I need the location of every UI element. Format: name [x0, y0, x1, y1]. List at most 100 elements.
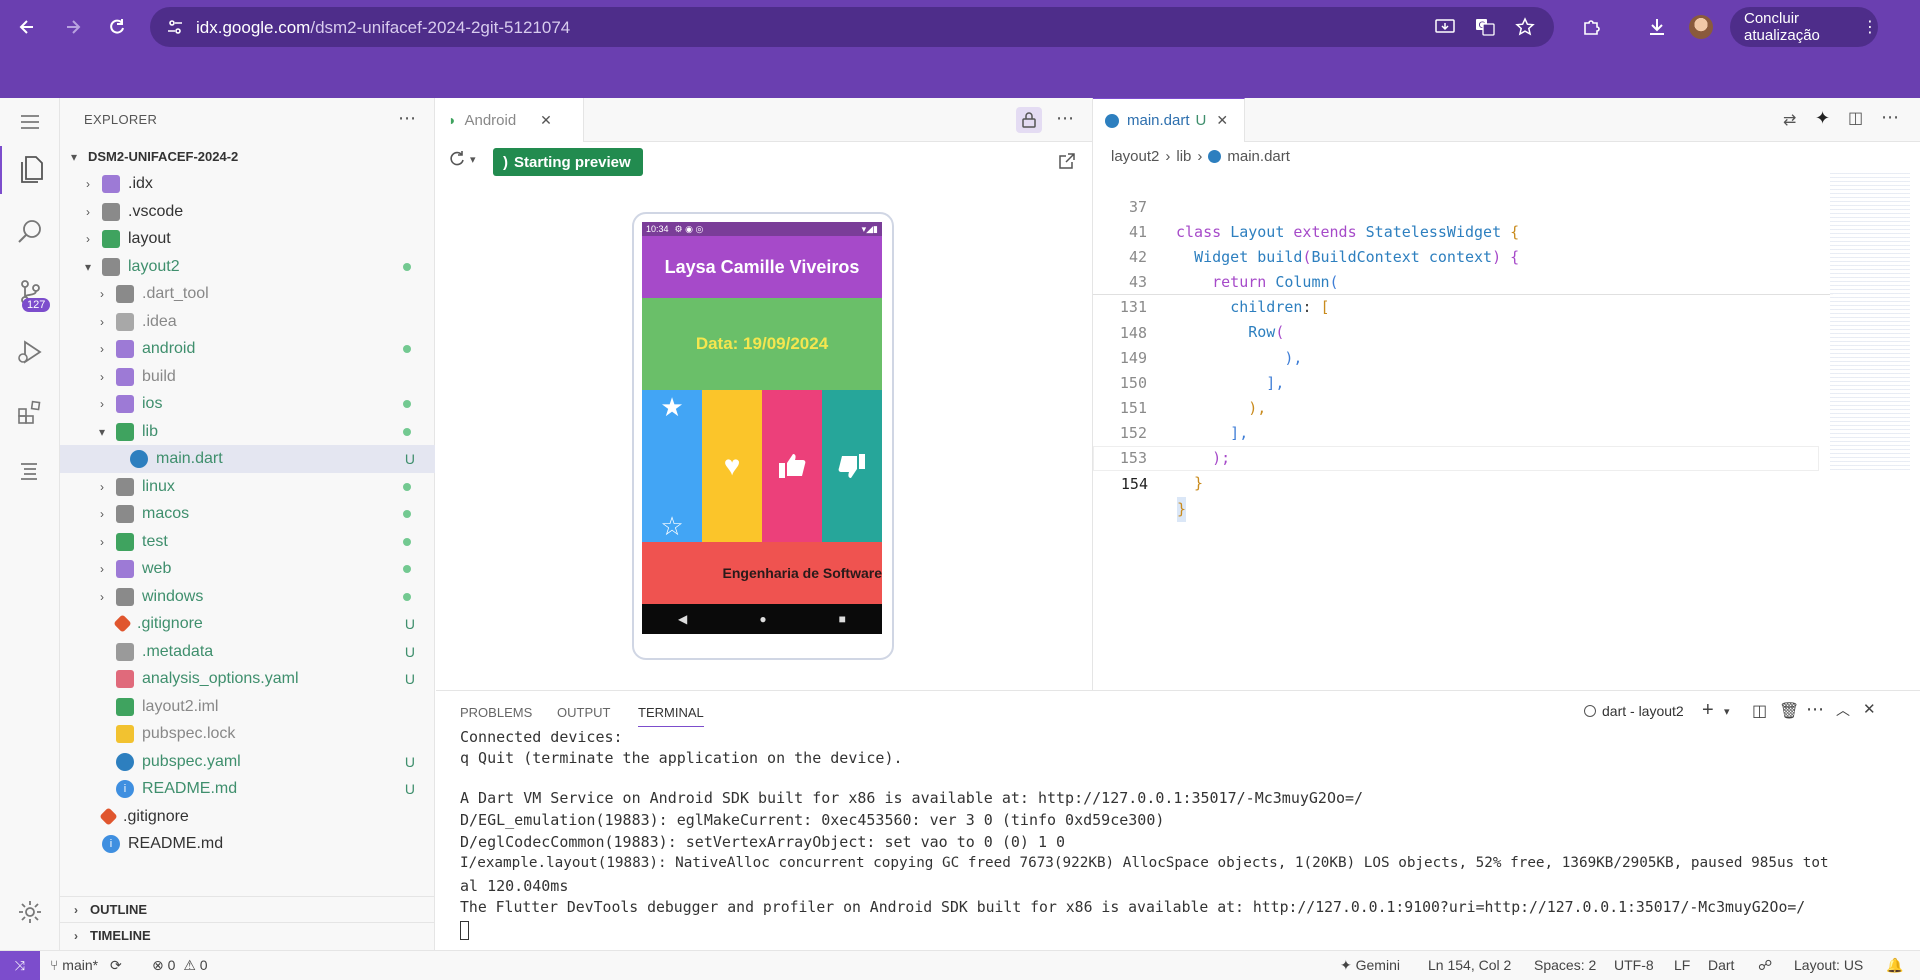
open-external-button[interactable]	[1058, 152, 1076, 170]
run-debug-activity[interactable]	[0, 328, 60, 376]
code-line[interactable]: 149 ],	[1093, 321, 1853, 392]
nav-home-icon[interactable]: ●	[759, 612, 766, 626]
line-ending[interactable]: LF	[1674, 957, 1690, 973]
more-icon[interactable]: ⋯	[1881, 107, 1899, 128]
folder-web[interactable]: › web	[60, 555, 435, 583]
language-mode[interactable]: Dart	[1708, 957, 1734, 973]
code-line[interactable]: 42 return Column(	[1093, 220, 1853, 291]
close-icon[interactable]: ✕	[540, 112, 552, 129]
cursor-position[interactable]: Ln 154, Col 2	[1428, 957, 1511, 973]
translate-icon[interactable]: G	[1474, 16, 1496, 38]
terminal-output[interactable]: Connected devices: q Quit (terminate the…	[436, 731, 1920, 951]
tab-android[interactable]: ◗ Android ✕	[436, 98, 584, 142]
file-main-dart[interactable]: main.dart U	[60, 445, 435, 473]
folder-layout2[interactable]: ▾ layout2	[60, 253, 435, 281]
folder-idx[interactable]: › .idx	[60, 170, 435, 198]
breadcrumb-item[interactable]: lib	[1176, 148, 1191, 165]
forward-button[interactable]	[56, 10, 90, 44]
workspace-root[interactable]: ▾ DSM2-UNIFACEF-2024-2	[60, 143, 435, 171]
notifications-bell-icon[interactable]: 🔔	[1886, 957, 1903, 974]
add-terminal-icon[interactable]: +	[1702, 699, 1714, 722]
minimap[interactable]	[1830, 170, 1910, 470]
settings-activity[interactable]	[0, 888, 60, 936]
breadcrumb-item[interactable]: main.dart	[1227, 148, 1290, 165]
chevron-down-icon[interactable]: ▾	[1724, 705, 1730, 718]
more-icon[interactable]: ⋯	[1806, 699, 1824, 720]
update-button[interactable]: Concluir atualização ⋮	[1730, 7, 1878, 47]
code-line[interactable]: 37 class Layout extends StatelessWidget …	[1093, 170, 1853, 241]
more-icon[interactable]: ⋯	[1056, 108, 1074, 129]
refresh-button[interactable]: ▾	[448, 150, 476, 168]
sync-icon[interactable]: ⟳	[110, 957, 122, 973]
tab-problems[interactable]: PROBLEMS	[460, 705, 532, 720]
code-line[interactable]: 151 ],	[1093, 371, 1853, 442]
menu-button[interactable]	[0, 98, 60, 146]
file-layout2-iml[interactable]: layout2.iml	[60, 693, 435, 721]
install-app-icon[interactable]	[1434, 16, 1456, 38]
site-info-icon[interactable]	[164, 16, 186, 38]
folder-test[interactable]: › test	[60, 528, 435, 556]
close-panel-icon[interactable]: ✕	[1863, 700, 1876, 718]
explorer-activity[interactable]	[0, 146, 60, 194]
compare-icon[interactable]: ⇄	[1783, 110, 1796, 130]
reload-button[interactable]	[100, 10, 134, 44]
outline-section[interactable]: › OUTLINE	[60, 896, 435, 922]
folder-dart-tool[interactable]: › .dart_tool	[60, 280, 435, 308]
downloads-button[interactable]	[1640, 10, 1674, 44]
code-line[interactable]: 148 ),	[1093, 296, 1853, 367]
gemini-sparkle-icon[interactable]: ✦	[1815, 108, 1830, 129]
file-gitignore-root[interactable]: .gitignore	[60, 803, 435, 831]
file-metadata[interactable]: .metadata U	[60, 638, 435, 666]
folder-build[interactable]: › build	[60, 363, 435, 391]
problems-indicator[interactable]: ⊗ 0 ⚠ 0	[152, 957, 208, 974]
code-line[interactable]: 152 );	[1093, 396, 1853, 467]
trash-icon[interactable]: 🗑	[1779, 701, 1799, 721]
tab-output[interactable]: OUTPUT	[557, 705, 610, 720]
maximize-panel-icon[interactable]: ︿	[1836, 700, 1850, 720]
indentation[interactable]: Spaces: 2	[1534, 957, 1596, 973]
file-readme-layout2[interactable]: i README.md U	[60, 775, 435, 803]
terminal-selector[interactable]: dart - layout2	[1584, 703, 1684, 719]
outline-activity[interactable]	[0, 448, 60, 496]
tab-main-dart[interactable]: main.dart U ✕	[1093, 98, 1245, 142]
tab-terminal[interactable]: TERMINAL	[638, 705, 704, 727]
source-control-activity[interactable]: 127	[0, 268, 60, 316]
extensions-button[interactable]	[1575, 10, 1609, 44]
code-line[interactable]: 150 ),	[1093, 346, 1853, 417]
nav-back-icon[interactable]: ◀	[678, 612, 687, 626]
file-readme-root[interactable]: i README.md	[60, 830, 435, 858]
back-button[interactable]	[10, 10, 44, 44]
extensions-activity[interactable]	[0, 388, 60, 436]
nav-recents-icon[interactable]: ■	[839, 612, 846, 626]
encoding[interactable]: UTF-8	[1614, 957, 1654, 973]
split-terminal-icon[interactable]: ◫	[1752, 701, 1767, 721]
split-editor-icon[interactable]: ◫	[1848, 108, 1863, 128]
gemini-status[interactable]: ✦ Gemini	[1340, 957, 1400, 974]
branch-indicator[interactable]: ⑂ main* ⟳	[50, 957, 122, 974]
remote-indicator[interactable]: ⤨	[0, 951, 40, 980]
file-analysis-options[interactable]: analysis_options.yaml U	[60, 665, 435, 693]
feedback-icon[interactable]: ☍	[1758, 957, 1772, 974]
folder-layout[interactable]: › layout	[60, 225, 435, 253]
profile-button[interactable]	[1684, 10, 1718, 44]
folder-macos[interactable]: › macos	[60, 500, 435, 528]
keyboard-layout[interactable]: Layout: US	[1794, 957, 1863, 973]
file-gitignore[interactable]: .gitignore U	[60, 610, 435, 638]
file-pubspec-yaml[interactable]: pubspec.yaml U	[60, 748, 435, 776]
folder-vscode[interactable]: › .vscode	[60, 198, 435, 226]
code-line-current[interactable]: 154 }	[1093, 446, 1819, 522]
lock-button[interactable]	[1016, 107, 1042, 133]
bookmark-star-icon[interactable]	[1514, 16, 1536, 38]
code-line[interactable]: 131 Row(	[1093, 270, 1853, 341]
code-line[interactable]: 41 Widget build(BuildContext context) {	[1093, 195, 1853, 266]
file-pubspec-lock[interactable]: pubspec.lock	[60, 720, 435, 748]
folder-idea[interactable]: › .idea	[60, 308, 435, 336]
address-bar[interactable]: idx.google.com/dsm2-unifacef-2024-2git-5…	[150, 7, 1554, 47]
folder-lib[interactable]: ▾ lib	[60, 418, 435, 446]
code-line[interactable]: 43 children: [	[1093, 245, 1853, 316]
close-icon[interactable]: ✕	[1216, 112, 1228, 129]
folder-ios[interactable]: › ios	[60, 390, 435, 418]
timeline-section[interactable]: › TIMELINE	[60, 922, 435, 948]
explorer-more-icon[interactable]: ⋯	[398, 108, 416, 129]
start-preview-button[interactable]: ) Starting preview	[493, 148, 643, 176]
